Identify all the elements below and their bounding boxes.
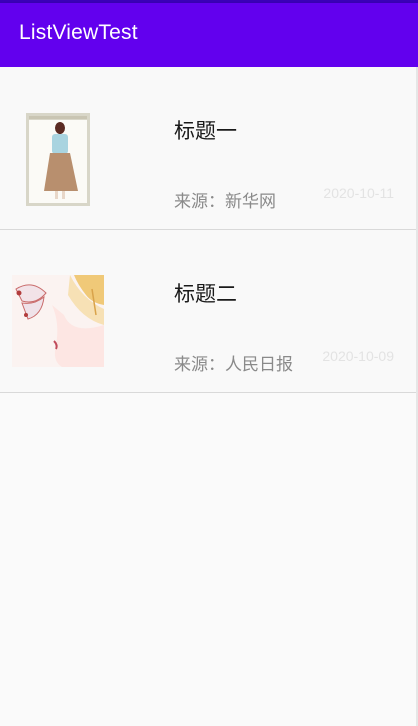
- app-bar: ListViewTest: [0, 3, 418, 67]
- news-date: 2020-10-09: [322, 348, 394, 364]
- news-thumbnail: [26, 113, 90, 206]
- news-title: 标题二: [174, 282, 237, 306]
- news-list[interactable]: 标题一 来源：新华网 2020-10-11 标题二 来源：人民日报 2020-1…: [0, 67, 418, 393]
- list-item[interactable]: 标题二 来源：人民日报 2020-10-09: [0, 230, 418, 393]
- news-source: 来源：新华网: [174, 192, 276, 212]
- news-date: 2020-10-11: [323, 185, 394, 201]
- news-thumbnail: [12, 275, 104, 367]
- news-source: 来源：人民日报: [174, 355, 293, 375]
- list-item[interactable]: 标题一 来源：新华网 2020-10-11: [0, 67, 418, 230]
- app-title: ListViewTest: [19, 21, 138, 44]
- news-title: 标题一: [174, 119, 237, 143]
